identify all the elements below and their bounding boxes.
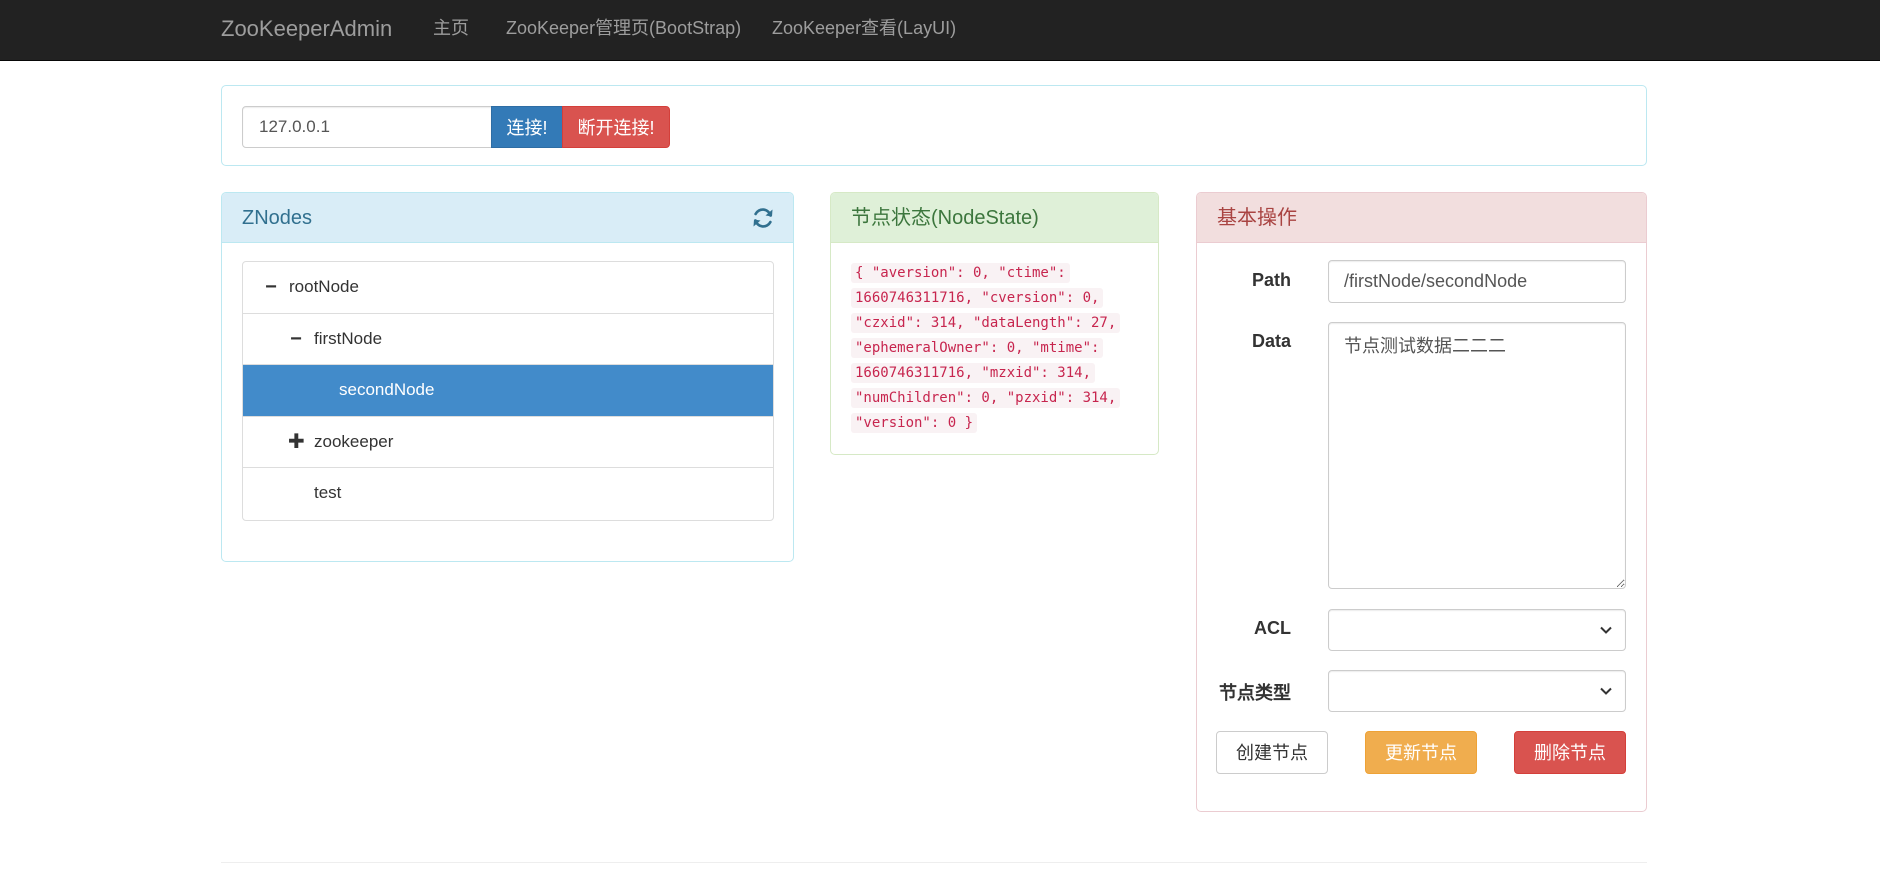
nav-link-home[interactable]: 主页: [433, 0, 469, 61]
path-label: Path: [1251, 270, 1291, 290]
operations-panel-heading: 基本操作: [1197, 193, 1646, 243]
host-input[interactable]: [242, 106, 492, 148]
tree-node-zookeeper[interactable]: ✚ zookeeper: [243, 417, 773, 468]
tree-node-label: firstNode: [314, 328, 383, 348]
footer-divider: [221, 862, 1647, 863]
chevron-down-icon: [1600, 626, 1612, 634]
disconnect-button[interactable]: 断开连接!: [562, 106, 670, 148]
tree-node-firstNode[interactable]: − firstNode: [243, 314, 773, 365]
tree-node-rootNode[interactable]: − rootNode: [243, 262, 773, 314]
znodes-panel: ZNodes − rootNode − firstNode secondNode ✚ zoo…: [221, 192, 794, 562]
nodestate-panel: 节点状态(NodeState) { "aversion": 0, "ctime"…: [830, 192, 1159, 455]
znode-tree: − rootNode − firstNode secondNode ✚ zookeeper t…: [242, 261, 774, 521]
data-label: Data: [1251, 331, 1291, 351]
update-node-button[interactable]: 更新节点: [1365, 731, 1477, 774]
nodestate-panel-heading: 节点状态(NodeState): [831, 193, 1158, 243]
collapse-icon[interactable]: −: [263, 262, 279, 312]
nav-link-layui-view[interactable]: ZooKeeper查看(LayUI): [772, 0, 956, 61]
tree-node-label: secondNode: [339, 380, 435, 399]
tree-node-secondNode[interactable]: secondNode: [243, 365, 773, 417]
top-navbar: ZooKeeperAdmin 主页 ZooKeeper管理页(BootStrap…: [0, 0, 1880, 61]
nav-link-bootstrap-admin[interactable]: ZooKeeper管理页(BootStrap): [506, 0, 741, 61]
connect-panel: 连接! 断开连接!: [221, 85, 1647, 166]
node-type-select[interactable]: [1328, 670, 1626, 712]
delete-node-button[interactable]: 删除节点: [1514, 731, 1626, 774]
collapse-icon[interactable]: −: [288, 314, 304, 364]
refresh-icon[interactable]: [751, 206, 775, 230]
tree-node-label: zookeeper: [314, 431, 394, 451]
nodestate-json: { "aversion": 0, "ctime": 1660746311716,…: [851, 261, 1141, 436]
expand-icon[interactable]: ✚: [288, 417, 305, 467]
path-input[interactable]: [1328, 260, 1626, 303]
nodestate-json-text: { "aversion": 0, "ctime": 1660746311716,…: [851, 263, 1121, 433]
data-textarea[interactable]: 节点测试数据二二二: [1328, 322, 1626, 589]
tree-node-label: rootNode: [289, 277, 359, 296]
acl-label: ACL: [1254, 618, 1291, 638]
create-node-button[interactable]: 创建节点: [1216, 731, 1328, 774]
chevron-down-icon: [1600, 687, 1612, 695]
znodes-title: ZNodes: [242, 207, 313, 229]
tree-node-label: test: [314, 483, 342, 502]
operations-panel: 基本操作 Path Data 节点测试数据二二二 ACL 节点类型 创建节点 更…: [1196, 192, 1647, 812]
brand-link[interactable]: ZooKeeperAdmin: [221, 0, 392, 61]
tree-node-test[interactable]: test: [243, 468, 773, 520]
acl-select[interactable]: [1328, 609, 1626, 651]
znodes-panel-heading: ZNodes: [222, 193, 793, 243]
connect-button[interactable]: 连接!: [491, 106, 563, 148]
operations-title: 基本操作: [1217, 207, 1297, 229]
node-type-label: 节点类型: [1219, 683, 1291, 703]
nodestate-title: 节点状态(NodeState): [851, 207, 1039, 229]
